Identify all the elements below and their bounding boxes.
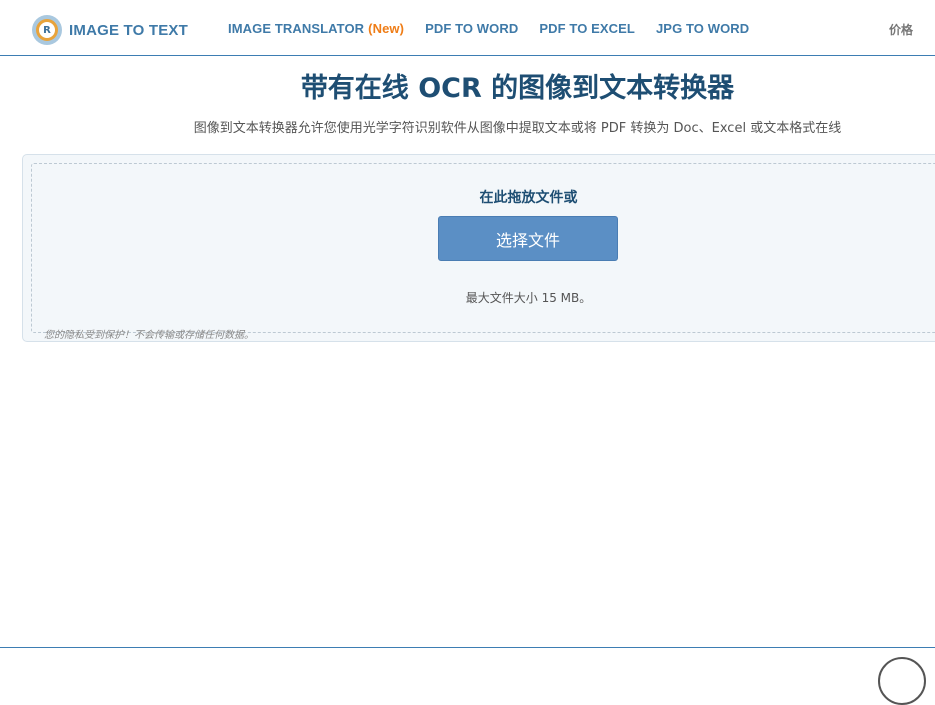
footer-badge-icon bbox=[878, 657, 926, 705]
site-header: R IMAGE TO TEXT IMAGE TRANSLATOR (New) PD… bbox=[0, 0, 935, 56]
file-drop-zone[interactable]: 在此拖放文件或 选择文件 最大文件大小 15 MB。 您的隐私受到保护！不会传输… bbox=[31, 163, 935, 341]
choose-file-button[interactable]: 选择文件 bbox=[438, 216, 618, 261]
drop-label: 在此拖放文件或 bbox=[479, 190, 578, 206]
nav-pdf-to-excel[interactable]: PDF TO EXCEL bbox=[539, 21, 635, 36]
page-title: 带有在线 OCR 的图像到文本转换器 bbox=[300, 73, 735, 104]
nav-pdf-to-word[interactable]: PDF TO WORD bbox=[425, 21, 518, 36]
nav-image-translator[interactable]: IMAGE TRANSLATOR (New) bbox=[228, 21, 404, 36]
footer-divider bbox=[0, 647, 935, 648]
new-badge: (New) bbox=[368, 21, 405, 36]
logo-mark-letter: R bbox=[36, 19, 58, 41]
site-logo[interactable]: R IMAGE TO TEXT bbox=[32, 15, 188, 45]
nav-jpg-to-word[interactable]: JPG TO WORD bbox=[656, 21, 749, 36]
privacy-note: 您的隐私受到保护！不会传输或存储任何数据。 bbox=[44, 330, 254, 341]
page-subtitle: 图像到文本转换器允许您使用光学字符识别软件从图像中提取文本或将 PDF 转换为 … bbox=[193, 121, 842, 136]
main-nav: IMAGE TRANSLATOR (New) PDF TO WORD PDF TO… bbox=[228, 21, 770, 36]
upload-card: 在此拖放文件或 选择文件 最大文件大小 15 MB。 您的隐私受到保护！不会传输… bbox=[22, 154, 935, 342]
max-file-size-note: 最大文件大小 15 MB。 bbox=[465, 291, 592, 305]
nav-pricing[interactable]: 价格 bbox=[889, 21, 913, 38]
logo-icon: R bbox=[32, 15, 62, 45]
logo-text: IMAGE TO TEXT bbox=[69, 21, 188, 39]
nav-image-translator-label: IMAGE TRANSLATOR bbox=[228, 21, 365, 36]
